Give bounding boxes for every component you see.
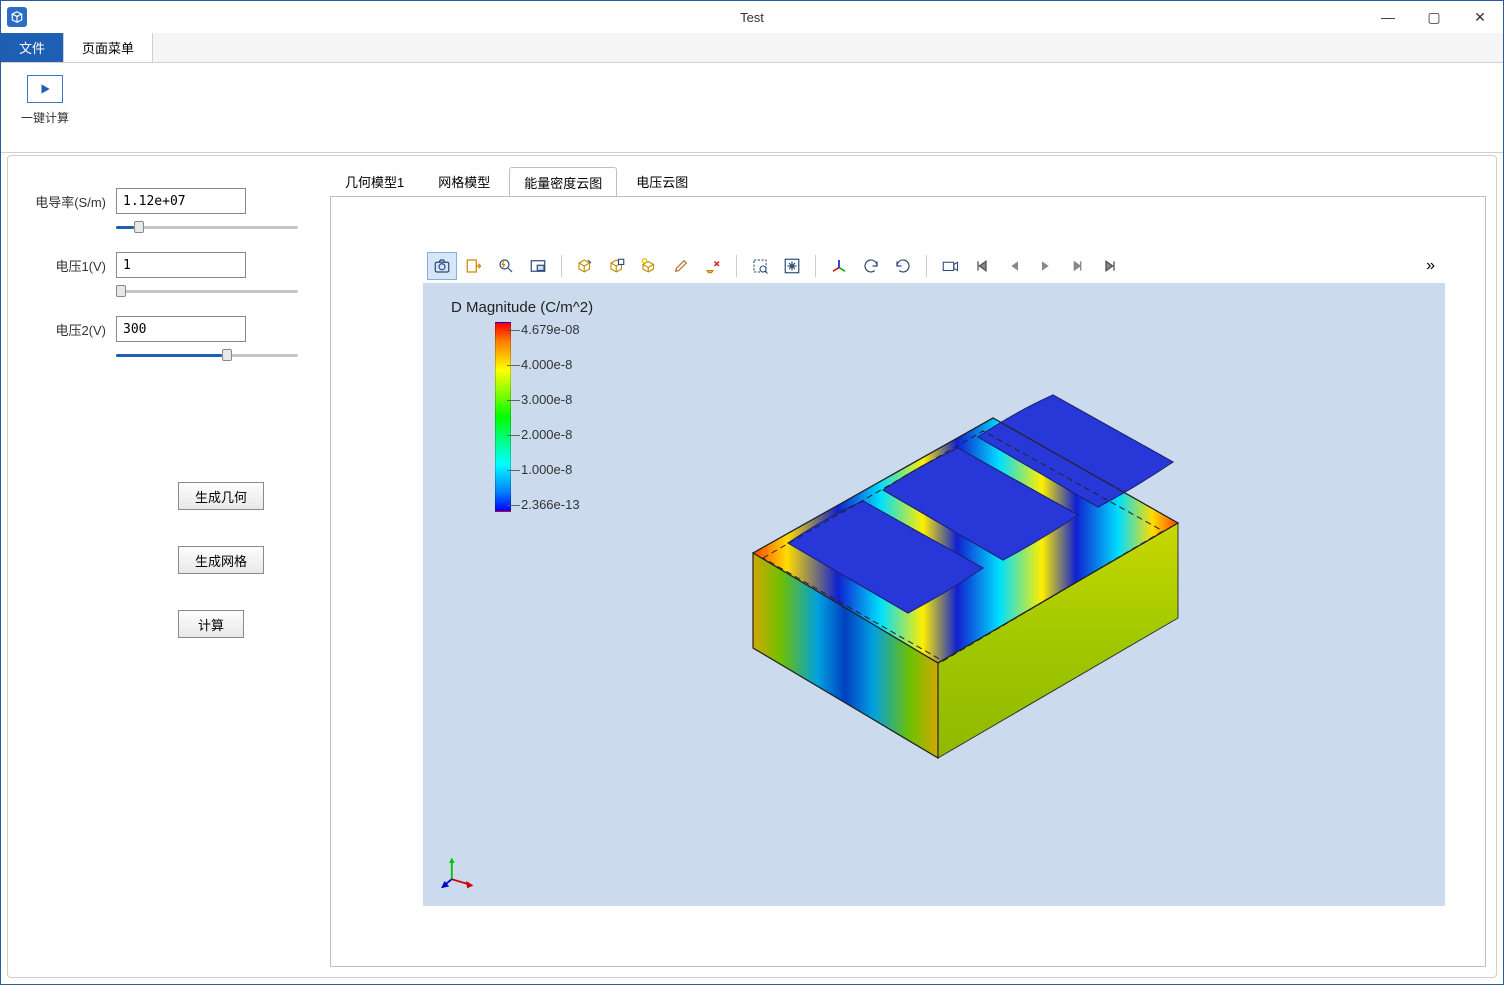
lightbulb-box-icon[interactable] xyxy=(634,252,664,280)
rotate-cw-icon[interactable] xyxy=(856,252,886,280)
fit-view-icon[interactable] xyxy=(777,252,807,280)
prev-icon[interactable] xyxy=(999,252,1029,280)
erase-axis-icon[interactable] xyxy=(698,252,728,280)
conductivity-slider[interactable] xyxy=(116,220,298,234)
voltage2-slider[interactable] xyxy=(116,348,298,362)
legend-tick: 2.366e-13 xyxy=(521,497,580,512)
tab-voltage[interactable]: 电压云图 xyxy=(621,166,703,196)
generate-geometry-button[interactable]: 生成几何 xyxy=(178,482,264,510)
voltage1-input[interactable] xyxy=(116,252,246,278)
toolbar-more-icon[interactable]: » xyxy=(1426,257,1441,275)
render-viewport[interactable]: D Magnitude (C/m^2) 4.679e-08 4.000e-8 3.0… xyxy=(423,283,1445,906)
colorbar xyxy=(495,322,511,512)
legend-title: D Magnitude (C/m^2) xyxy=(451,299,593,316)
simulation-model xyxy=(623,353,1183,783)
legend-tick: 3.000e-8 xyxy=(521,392,580,407)
close-button[interactable]: ✕ xyxy=(1457,1,1503,33)
next-icon[interactable] xyxy=(1063,252,1093,280)
menubar: 文件 页面菜单 xyxy=(1,33,1503,63)
window-title: Test xyxy=(740,10,764,25)
maximize-button[interactable]: ▢ xyxy=(1411,1,1457,33)
axis-triad-icon xyxy=(441,854,477,890)
voltage2-label: 电压2(V) xyxy=(28,320,116,339)
legend-tick: 4.679e-08 xyxy=(521,322,580,337)
compute-all-label: 一键计算 xyxy=(21,109,69,126)
viewport-frame: » D Magnitude (C/m^2) 4.679e-08 4.000e-8 3… xyxy=(330,196,1486,967)
viewport-toolbar: » xyxy=(423,249,1445,283)
box-layers-icon[interactable] xyxy=(602,252,632,280)
menu-page[interactable]: 页面菜单 xyxy=(64,33,153,62)
legend-tick: 4.000e-8 xyxy=(521,357,580,372)
play-icon xyxy=(27,75,63,103)
toolbar-separator xyxy=(736,255,737,277)
view-region-icon[interactable] xyxy=(523,252,553,280)
tab-mesh[interactable]: 网格模型 xyxy=(423,166,505,196)
menu-file[interactable]: 文件 xyxy=(1,33,64,62)
tabs: 几何模型1 网格模型 能量密度云图 电压云图 xyxy=(330,166,1486,196)
legend-tick: 1.000e-8 xyxy=(521,462,580,477)
voltage1-label: 电压1(V) xyxy=(28,256,116,275)
brush-icon[interactable] xyxy=(666,252,696,280)
tab-energy-density[interactable]: 能量密度云图 xyxy=(509,167,617,197)
generate-mesh-button[interactable]: 生成网格 xyxy=(178,546,264,574)
toolbar-separator xyxy=(561,255,562,277)
app-icon xyxy=(7,7,27,27)
color-legend: D Magnitude (C/m^2) 4.679e-08 4.000e-8 3.0… xyxy=(451,299,593,512)
compute-button[interactable]: 计算 xyxy=(178,610,244,638)
sidebar: 电导率(S/m) 电压1(V) 电压2(V) xyxy=(8,156,318,706)
skip-start-icon[interactable] xyxy=(967,252,997,280)
tab-geometry[interactable]: 几何模型1 xyxy=(330,166,419,196)
camera-icon[interactable] xyxy=(427,252,457,280)
toolbar-separator xyxy=(815,255,816,277)
axes-xyz-icon[interactable] xyxy=(824,252,854,280)
ribbon: 一键计算 xyxy=(1,63,1503,153)
conductivity-input[interactable] xyxy=(116,188,246,214)
voltage2-input[interactable] xyxy=(116,316,246,342)
play-icon[interactable] xyxy=(1031,252,1061,280)
toolbar-separator xyxy=(926,255,927,277)
titlebar: Test — ▢ ✕ xyxy=(1,1,1503,33)
film-icon[interactable] xyxy=(935,252,965,280)
voltage1-slider[interactable] xyxy=(116,284,298,298)
zoom-lightning-icon[interactable] xyxy=(491,252,521,280)
legend-tick: 2.000e-8 xyxy=(521,427,580,442)
export-icon[interactable] xyxy=(459,252,489,280)
conductivity-label: 电导率(S/m) xyxy=(28,192,116,211)
skip-end-icon[interactable] xyxy=(1095,252,1125,280)
compute-all-button[interactable]: 一键计算 xyxy=(13,71,77,130)
rotate-ccw-icon[interactable] xyxy=(888,252,918,280)
minimize-button[interactable]: — xyxy=(1365,1,1411,33)
select-area-icon[interactable] xyxy=(745,252,775,280)
box-edit-icon[interactable] xyxy=(570,252,600,280)
